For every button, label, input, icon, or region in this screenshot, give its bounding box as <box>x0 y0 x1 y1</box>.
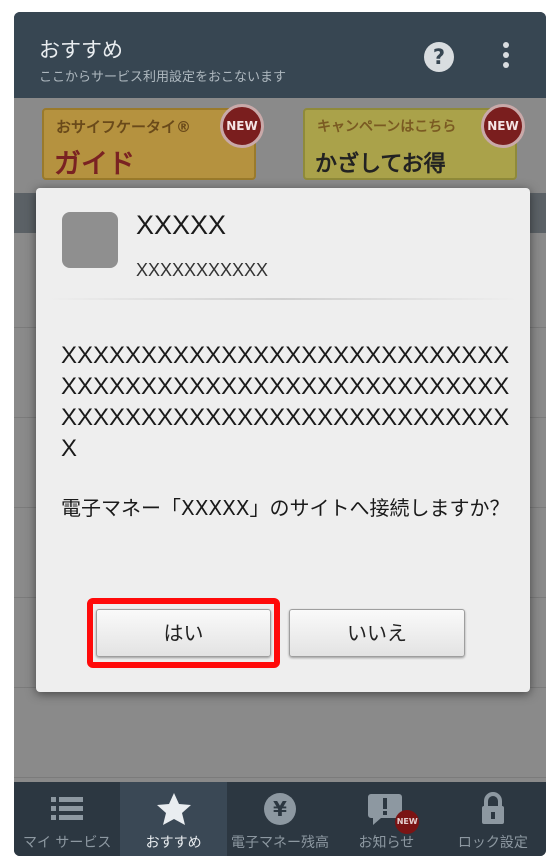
banner-line1: おサイフケータイ® <box>56 118 192 136</box>
nav-balance[interactable]: ¥ 電子マネー残高 <box>227 782 333 856</box>
nav-label: ロック設定 <box>457 835 528 851</box>
yes-button[interactable]: はい <box>96 609 271 657</box>
lock-icon <box>473 790 513 828</box>
phone-screen: おすすめ ここからサービス利用設定をおこないます ? おサイフケータイ® ガイド… <box>14 12 546 856</box>
confirm-dialog: XXXXX XXXXXXXXXXX XXXXXXXXXXXXXXXXXXXXXX… <box>36 188 530 692</box>
app-icon <box>62 212 118 268</box>
nav-my-service[interactable]: マイ サービス <box>14 782 120 856</box>
new-badge: NEW <box>395 810 420 834</box>
list-icon <box>47 790 87 828</box>
banner-osaifu-guide[interactable]: おサイフケータイ® ガイド NEW <box>42 104 264 180</box>
banner-line2: ガイド <box>54 149 135 180</box>
nav-label: マイ サービス <box>22 835 112 851</box>
nav-label: 電子マネー残高 <box>231 835 330 851</box>
new-badge: NEW <box>220 104 264 148</box>
help-icon[interactable]: ? <box>424 42 454 72</box>
bottom-nav: マイ サービス おすすめ ¥ 電子マネー残高 NEW お知らせ ロック設定 <box>14 782 546 856</box>
new-badge: NEW <box>481 104 525 148</box>
nav-osusume[interactable]: おすすめ <box>120 782 227 856</box>
banner-line1: キャンペーンはこちら <box>317 119 457 135</box>
dialog-message: XXXXXXXXXXXXXXXXXXXXXXXXXXXXXXXXXXXXXXXX… <box>61 342 510 462</box>
more-vert-icon[interactable] <box>502 42 510 72</box>
app-bar: おすすめ ここからサービス利用設定をおこないます ? <box>14 12 546 98</box>
divider <box>48 298 518 300</box>
svg-text:¥: ¥ <box>273 797 287 821</box>
list-item <box>14 688 546 778</box>
no-button[interactable]: いいえ <box>289 609 465 657</box>
banner-campaign[interactable]: キャンペーンはこちら かざしてお得 NEW <box>303 104 525 180</box>
page-subtitle: ここからサービス利用設定をおこないます <box>39 70 287 85</box>
yen-icon: ¥ <box>260 790 300 828</box>
dialog-question: 電子マネー「XXXXX」のサイトへ接続しますか？ <box>61 496 510 520</box>
nav-notice[interactable]: NEW お知らせ <box>333 782 439 856</box>
nav-lock[interactable]: ロック設定 <box>440 782 546 856</box>
app-name: XXXXX <box>136 210 227 240</box>
banner-line2: かざしてお得 <box>315 152 446 177</box>
nav-label: お知らせ <box>358 835 415 851</box>
nav-label: おすすめ <box>145 835 202 851</box>
app-id: XXXXXXXXXXX <box>136 260 269 280</box>
star-icon <box>154 790 194 828</box>
page-title: おすすめ <box>39 38 123 62</box>
